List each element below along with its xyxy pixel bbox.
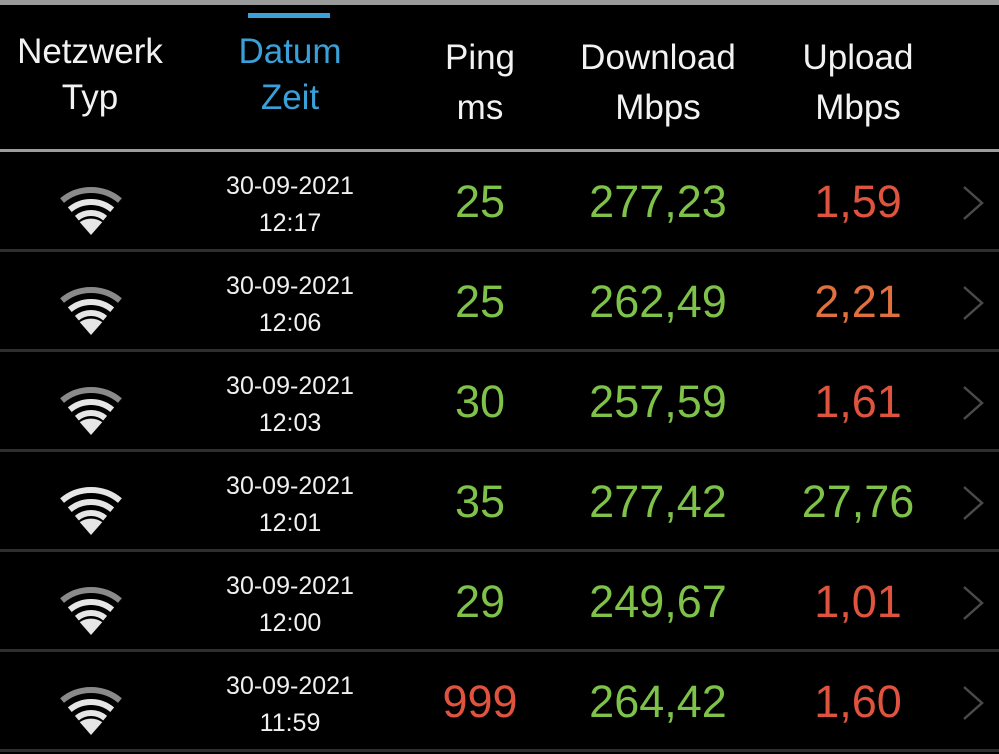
ping-value: 35	[454, 476, 506, 527]
wifi-dot	[79, 518, 103, 535]
upload-value: 1,59	[814, 176, 902, 227]
date-time: 30-09-2021 12:01	[205, 468, 375, 542]
wifi-arc	[74, 210, 108, 221]
wifi-arc	[74, 510, 108, 521]
wifi-arc	[60, 587, 122, 603]
date-text: 30-09-2021	[226, 272, 354, 300]
wifi-icon	[60, 487, 122, 535]
chevron-right-icon[interactable]	[958, 685, 988, 721]
download-value: 277,23	[589, 176, 727, 227]
date-time: 30-09-2021 12:06	[205, 268, 375, 342]
wifi-arc	[60, 287, 122, 303]
upload-value: 2,21	[814, 276, 902, 327]
ping-value: 999	[442, 676, 518, 727]
wifi-arc	[74, 710, 108, 721]
download-value: 249,67	[589, 576, 727, 627]
wifi-icon	[60, 387, 122, 435]
wifi-icon	[60, 587, 122, 635]
column-header-label: Ping	[444, 38, 516, 77]
upload-value: 1,01	[814, 576, 902, 627]
table-header: Netzwerk Typ Datum Zeit Ping ms Download…	[0, 5, 999, 149]
date-text: 30-09-2021	[226, 372, 354, 400]
column-header-sublabel: Typ	[61, 78, 119, 117]
wifi-arc	[67, 699, 115, 713]
wifi-arc	[74, 310, 108, 321]
column-header-download[interactable]: Download Mbps	[560, 33, 756, 133]
column-header-sublabel: Mbps	[815, 88, 901, 127]
time-text: 12:03	[258, 409, 322, 437]
list-item[interactable]: 30-09-2021 12:01 35 277,42 27,76	[0, 452, 999, 552]
wifi-arc	[60, 187, 122, 203]
wifi-dot	[79, 618, 103, 635]
column-header-ping[interactable]: Ping ms	[420, 33, 540, 133]
wifi-arc	[60, 487, 122, 503]
time-text: 12:01	[258, 509, 322, 537]
list-item[interactable]: 30-09-2021 12:17 25 277,23 1,59	[0, 152, 999, 252]
column-header-sublabel: Mbps	[615, 88, 701, 127]
column-header-network-type[interactable]: Netzwerk Typ	[0, 29, 180, 121]
chevron-right-icon[interactable]	[958, 485, 988, 521]
wifi-dot	[79, 218, 103, 235]
column-header-label: Netzwerk	[17, 32, 163, 71]
download-value: 264,42	[589, 676, 727, 727]
date-text: 30-09-2021	[226, 472, 354, 500]
wifi-arc	[67, 199, 115, 213]
ping-value: 30	[454, 376, 506, 427]
date-time: 30-09-2021 11:59	[205, 668, 375, 742]
column-header-sublabel: Zeit	[260, 78, 320, 117]
download-value: 257,59	[589, 376, 727, 427]
wifi-arc	[60, 387, 122, 403]
wifi-arc	[67, 599, 115, 613]
wifi-arc	[67, 399, 115, 413]
date-text: 30-09-2021	[226, 572, 354, 600]
wifi-arc	[67, 299, 115, 313]
upload-value: 1,60	[814, 676, 902, 727]
wifi-arc	[60, 687, 122, 703]
download-value: 277,42	[589, 476, 727, 527]
ping-value: 25	[454, 176, 506, 227]
chevron-right-icon[interactable]	[958, 385, 988, 421]
list-item[interactable]: 30-09-2021 12:03 30 257,59 1,61	[0, 352, 999, 452]
column-header-label: Upload	[802, 38, 914, 77]
chevron-right-icon[interactable]	[958, 285, 988, 321]
time-text: 12:00	[258, 609, 322, 637]
wifi-dot	[79, 718, 103, 735]
date-time: 30-09-2021 12:00	[205, 568, 375, 642]
sort-indicator	[248, 13, 330, 18]
chevron-right-icon[interactable]	[958, 185, 988, 221]
results-list: 30-09-2021 12:17 25 277,23 1,59 30-09-20…	[0, 152, 999, 752]
wifi-dot	[79, 318, 103, 335]
ping-value: 29	[454, 576, 506, 627]
wifi-arc	[67, 499, 115, 513]
time-text: 12:17	[258, 209, 322, 237]
list-item[interactable]: 30-09-2021 11:59 999 264,42 1,60	[0, 652, 999, 752]
column-header-sublabel: ms	[456, 88, 504, 127]
date-time: 30-09-2021 12:03	[205, 368, 375, 442]
download-value: 262,49	[589, 276, 727, 327]
time-text: 12:06	[258, 309, 322, 337]
wifi-icon	[60, 687, 122, 735]
wifi-icon	[60, 187, 122, 235]
column-header-date-time[interactable]: Datum Zeit	[205, 29, 375, 121]
wifi-arc	[74, 410, 108, 421]
column-header-label: Datum	[238, 32, 342, 71]
column-header-label: Download	[580, 38, 736, 77]
wifi-arc	[74, 610, 108, 621]
wifi-icon	[60, 287, 122, 335]
date-text: 30-09-2021	[226, 172, 354, 200]
time-text: 11:59	[259, 709, 321, 737]
chevron-right-icon[interactable]	[958, 585, 988, 621]
list-item[interactable]: 30-09-2021 12:06 25 262,49 2,21	[0, 252, 999, 352]
ping-value: 25	[454, 276, 506, 327]
column-header-upload[interactable]: Upload Mbps	[770, 33, 946, 133]
upload-value: 27,76	[801, 476, 915, 527]
date-text: 30-09-2021	[226, 672, 354, 700]
upload-value: 1,61	[814, 376, 902, 427]
date-time: 30-09-2021 12:17	[205, 168, 375, 242]
wifi-dot	[79, 418, 103, 435]
list-item[interactable]: 30-09-2021 12:00 29 249,67 1,01	[0, 552, 999, 652]
